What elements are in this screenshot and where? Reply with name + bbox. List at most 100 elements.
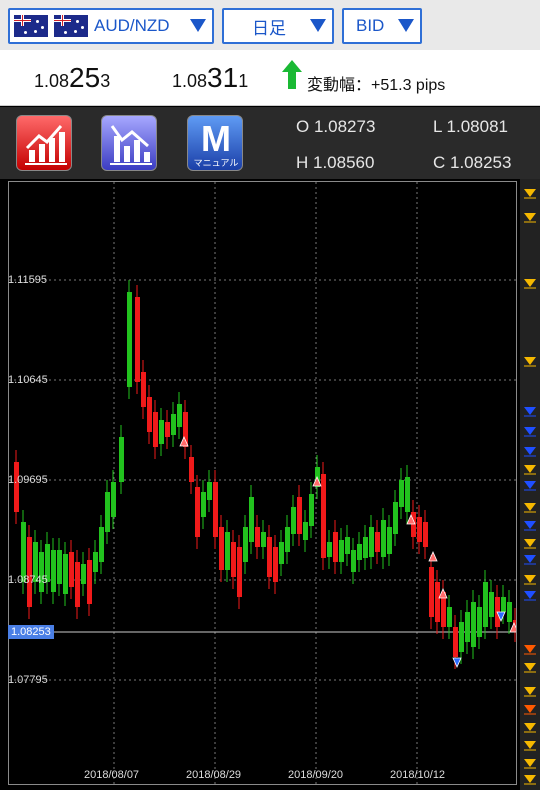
candle-body (267, 537, 272, 577)
signal-marker (524, 465, 536, 473)
candle-body (195, 487, 200, 537)
candle-body (201, 492, 206, 517)
current-price-tag: 1.08253 (8, 625, 54, 639)
candle-body (303, 522, 308, 540)
price-row: 1.08253 1.08311 変動幅：+51.3 pips (0, 50, 540, 106)
signal-marker (524, 503, 536, 511)
signal-marker (524, 575, 536, 583)
candle-body (135, 297, 140, 382)
candle-body (69, 552, 74, 587)
candle-body (447, 607, 452, 627)
candle-body (63, 554, 68, 594)
signal-marker (524, 687, 536, 695)
candle-body (189, 457, 194, 482)
chevron-down-icon (190, 19, 206, 32)
timeframe-label: 日足 (252, 18, 286, 38)
ohlc-close: C 1.08253 (433, 153, 512, 172)
candle-body (57, 550, 62, 584)
trend-chart-icon (25, 125, 67, 165)
signal-marker (524, 663, 536, 671)
candlestick-chart[interactable]: 1.11595 1.10645 1.09695 1.08745 1.07795 … (0, 179, 540, 790)
candle-body (321, 474, 326, 558)
signal-marker (524, 447, 536, 455)
manual-button[interactable]: M マニュアル (187, 115, 243, 171)
candle-body (171, 414, 176, 435)
candle-body (375, 532, 380, 552)
candle-body (21, 522, 26, 582)
indicator-chart-button[interactable] (101, 115, 157, 171)
price-type-select[interactable]: BID (342, 8, 422, 44)
candle-body (351, 550, 356, 572)
timeframe-select[interactable]: 日足 (222, 8, 334, 44)
candle-body (279, 542, 284, 564)
tools-bar: M マニュアル O 1.08273 L 1.08081 H 1.08560 C … (0, 107, 540, 179)
candle-body (111, 482, 116, 517)
signal-marker (524, 741, 536, 749)
y-tick-label: 1.10645 (8, 374, 48, 386)
candle-body (393, 502, 398, 534)
chevron-down-icon (310, 19, 326, 32)
signal-marker (524, 705, 536, 713)
ohlc-low: L 1.08081 (433, 117, 508, 136)
candle-body (465, 612, 470, 642)
signal-marker (524, 481, 536, 489)
candle-body (285, 527, 290, 552)
candle-body (333, 532, 338, 562)
candle-body (489, 592, 494, 617)
candle-body (237, 547, 242, 597)
candle-body (87, 560, 92, 604)
y-tick-label: 1.08745 (8, 574, 48, 586)
price-type-label: BID (356, 16, 385, 35)
x-tick-label: 2018/08/07 (84, 769, 140, 781)
signal-marker (524, 723, 536, 731)
candle-body (369, 527, 374, 557)
signal-marker (524, 775, 536, 783)
candle-body (213, 482, 218, 537)
australia-flag-icon (54, 15, 88, 37)
candle-body (477, 607, 482, 637)
candle-body (225, 532, 230, 570)
y-tick-label: 1.07795 (8, 674, 48, 686)
candle-body (249, 497, 254, 542)
candle-body (273, 547, 278, 582)
y-tick-label: 1.09695 (8, 474, 48, 486)
signal-marker (524, 427, 536, 435)
x-tick-label: 2018/09/20 (288, 769, 344, 781)
top-bar: AUD/NZD 日足 BID (0, 0, 540, 50)
candle-body (471, 602, 476, 647)
candle-body (159, 420, 164, 444)
candle-body (483, 582, 488, 627)
currency-pair-label: AUD/NZD (94, 16, 170, 35)
candle-body (291, 507, 296, 534)
signal-marker (524, 555, 536, 563)
candle-body (243, 527, 248, 562)
candle-body (507, 602, 512, 622)
x-tick-label: 2018/10/12 (390, 769, 446, 781)
candle-body (399, 480, 404, 507)
candle-body (339, 540, 344, 562)
candle-body (81, 564, 86, 584)
candle-body (27, 537, 32, 607)
signal-marker (524, 591, 536, 599)
candle-body (345, 537, 350, 554)
currency-pair-select[interactable]: AUD/NZD (8, 8, 214, 44)
x-tick-label: 2018/08/29 (186, 769, 242, 781)
signal-marker (524, 279, 536, 287)
signal-marker (524, 189, 536, 197)
candle-body (75, 562, 80, 607)
buy-signal-marker (428, 551, 438, 562)
trend-chart-button[interactable] (16, 115, 72, 171)
ohlc-open: O 1.08273 (296, 117, 376, 136)
manual-letter: M (201, 118, 231, 159)
signal-marker (524, 407, 536, 415)
signal-marker (524, 213, 536, 221)
y-tick-label: 1.11595 (8, 274, 47, 286)
candle-body (261, 532, 266, 547)
candle-body (165, 422, 170, 437)
candle-body (93, 552, 98, 572)
candle-body (231, 542, 236, 577)
candle-body (51, 550, 56, 592)
candle-body (207, 482, 212, 500)
signal-marker (524, 357, 536, 365)
up-arrow-icon (282, 60, 302, 90)
